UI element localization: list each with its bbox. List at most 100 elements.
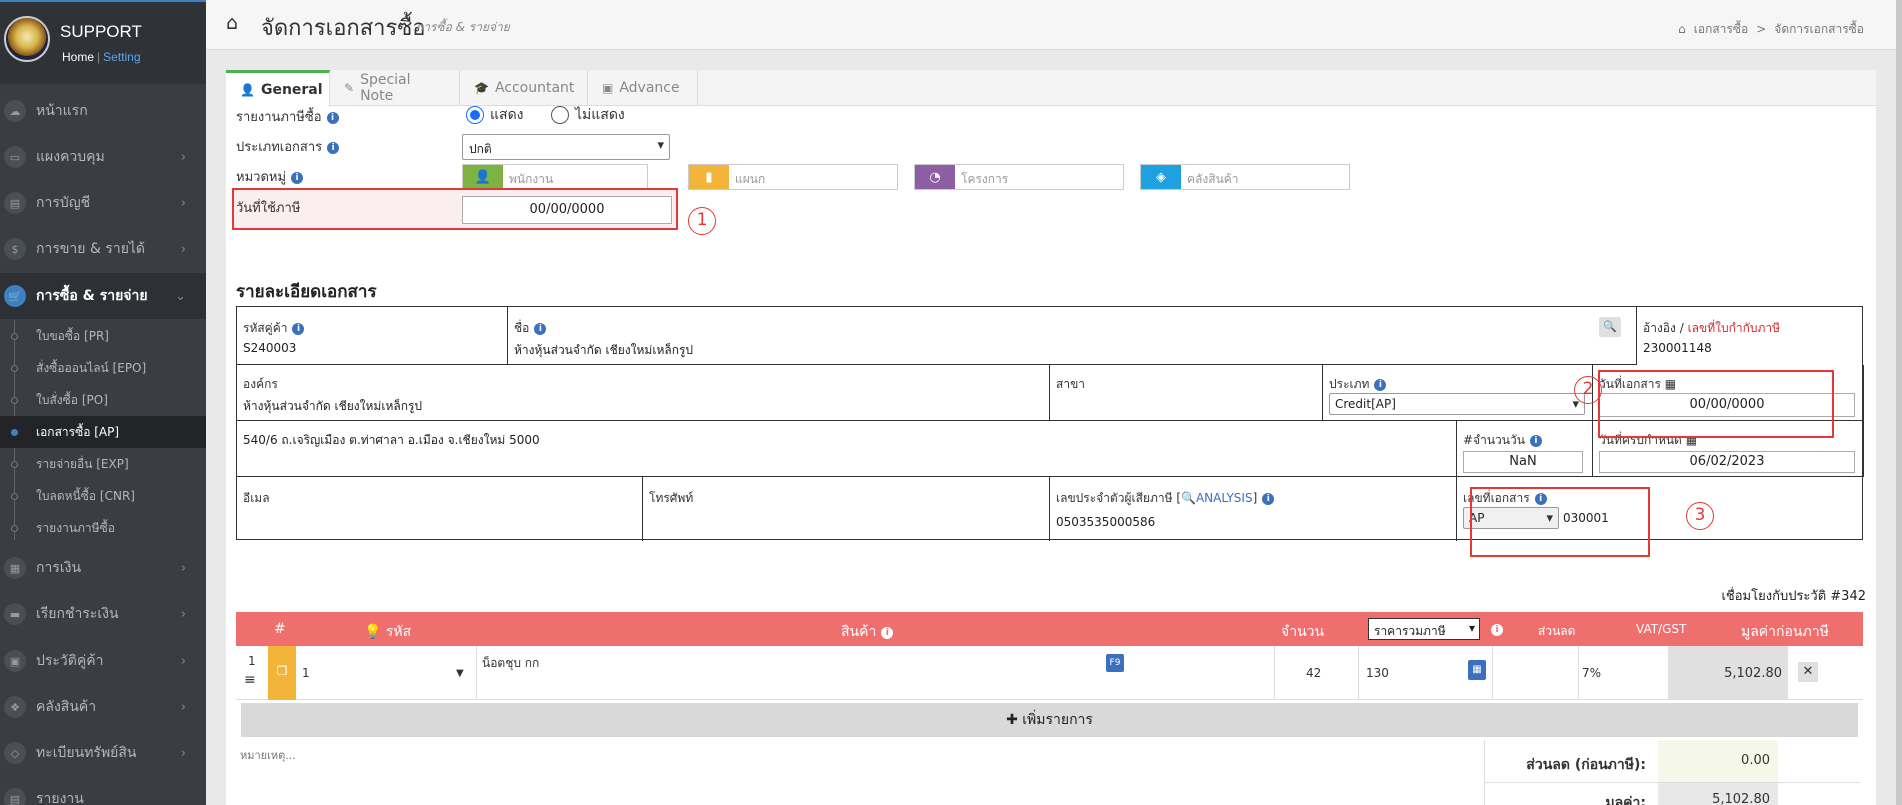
sidebar: SUPPORT Home | Setting ☁ หน้าแรก ▭ แผงควบคุม… (0, 0, 206, 805)
info-icon: i (1374, 379, 1387, 391)
col-no: # (274, 621, 286, 637)
col-discount: ส่วนลด (1538, 624, 1576, 638)
phone-label: โทรศัพท์ (649, 491, 694, 505)
breadcrumb-item[interactable]: เอกสารซื้อ (1694, 22, 1748, 36)
tab-special-note[interactable]: ✎ Special Note (330, 70, 460, 106)
org-value: ห้างหุ้นส่วนจำกัด เชียงใหม่เหล็กรูป (243, 399, 423, 413)
add-row-button[interactable]: ✚ เพิ่มรายการ (241, 703, 1858, 737)
row-code[interactable]: 1 (302, 666, 310, 680)
nav-accounting[interactable]: ▤ การบัญชี › (0, 180, 206, 226)
pie-chart-icon: ◔ (915, 165, 955, 189)
customer-code-label: รหัสคู่ค้า i (243, 319, 305, 338)
link-history[interactable]: เชื่อมโยงกับประวัติ #342 (1721, 585, 1866, 606)
nav-partner-history[interactable]: ▣ ประวัติคู่ค้า › (0, 638, 206, 684)
chevron-right-icon: › (180, 195, 186, 211)
nav-assets[interactable]: ◇ ทะเบียนทรัพย์สิน › (0, 730, 206, 776)
type-select[interactable]: Credit[AP] (1329, 393, 1585, 415)
row-vat[interactable]: 7% (1582, 666, 1601, 680)
info-icon: i (1529, 435, 1542, 447)
subnav-label: ใบสั่งซื้อ [PO] (36, 392, 108, 407)
discount-value: 0.00 (1658, 740, 1778, 782)
close-icon[interactable]: ✕ (1798, 662, 1818, 682)
warehouse-input[interactable]: ◈ คลังสินค้า (1140, 164, 1350, 190)
nav-label: ทะเบียนทรัพย์สิน (36, 745, 137, 761)
subnav-exp[interactable]: รายจ่ายอื่น [EXP] (0, 448, 206, 480)
subnav-cnr[interactable]: ใบลดหนี้ซื้อ [CNR] (0, 480, 206, 512)
analysis-link[interactable]: 🔍ANALYSIS (1181, 491, 1253, 505)
nav-reports[interactable]: ▤ รายงาน (0, 776, 206, 805)
docno-highlight (1470, 487, 1650, 557)
nav-purchase[interactable]: 🛒 การซื้อ & รายจ่าย ⌄ (0, 273, 206, 319)
tab-general[interactable]: 👤 General (226, 70, 330, 107)
scrollbar[interactable] (1896, 0, 1902, 805)
search-icon[interactable]: 🔍 (1599, 317, 1621, 337)
divider (1358, 646, 1359, 700)
tab-label: Special Note (360, 72, 411, 104)
row-qty[interactable]: 42 (1306, 666, 1321, 680)
col-vat: VAT/GST (1636, 622, 1687, 636)
nav-sales[interactable]: $ การขาย & รายได้ › (0, 226, 206, 272)
nav-label: การขาย & รายได้ (36, 241, 146, 257)
subnav-pr[interactable]: ใบขอซื้อ [PR] (0, 320, 206, 352)
project-input[interactable]: ◔ โครงการ (914, 164, 1124, 190)
doc-type-label: ประเภทเอกสาร i (236, 136, 340, 157)
plus-icon: ✚ (1006, 712, 1018, 728)
subnav-epo[interactable]: สั่งซื้อออนไลน์ [EPO] (0, 352, 206, 384)
notes-area[interactable]: หมายเหตุ... (236, 740, 1484, 805)
home-link[interactable]: Home (62, 50, 94, 64)
radio-checked[interactable] (466, 106, 484, 124)
chevron-right-icon: › (180, 560, 186, 576)
marker-2: 2 (1574, 376, 1602, 404)
due-date-input[interactable]: 06/02/2023 (1599, 451, 1855, 473)
subnav-label: รายจ่ายอื่น [EXP] (36, 456, 129, 471)
drag-handle-icon[interactable]: ≡ (244, 672, 256, 688)
subnav-label: เอกสารซื้อ [AP] (36, 424, 120, 439)
home-icon[interactable]: ⌂ (1678, 22, 1686, 36)
days-input[interactable]: NaN (1463, 451, 1583, 473)
nav-home[interactable]: ☁ หน้าแรก (0, 88, 206, 134)
col-value: มูลค่าก่อนภาษี (1741, 624, 1829, 640)
copy-icon[interactable]: ❐ (268, 646, 296, 700)
table-row: 1 ≡ ❐ 1 ▼ น็อตชุบ กก F9 42 130 ▦ 7% 5,10… (236, 646, 1863, 700)
doc-type-select[interactable]: ปกติ (462, 134, 670, 160)
calculator-icon[interactable]: ▦ (1468, 660, 1486, 680)
radio-hide[interactable]: ไม่แสดง (551, 104, 625, 126)
chevron-down-icon[interactable]: ▼ (456, 668, 464, 679)
nav-dashboard[interactable]: ▭ แผงควบคุม › (0, 134, 206, 180)
tab-accountant[interactable]: 🎓 Accountant (460, 70, 588, 106)
department-input[interactable]: ▮ แผนก (688, 164, 898, 190)
radio-unchecked[interactable] (551, 106, 569, 124)
nav-warehouse[interactable]: ❖ คลังสินค้า › (0, 684, 206, 730)
row-price[interactable]: 130 (1366, 666, 1389, 680)
graduation-icon: 🎓 (474, 81, 489, 95)
row-product[interactable]: น็อตชุบ กก (482, 654, 539, 673)
dollar-icon: $ (4, 238, 26, 260)
price-mode-select[interactable]: ราคารวมภาษี ▾ (1368, 618, 1480, 640)
col-product: สินค้า i (841, 621, 894, 643)
address[interactable]: 540/6 ถ.เจริญเมือง ต.ท่าศาลา อ.เมือง จ.เ… (243, 431, 540, 450)
f9-button[interactable]: F9 (1106, 654, 1124, 672)
nav-billing[interactable]: ▬ เรียกชำระเงิน › (0, 591, 206, 637)
brand-links: Home | Setting (62, 50, 141, 64)
employee-input[interactable]: 👤 พนักงาน (462, 164, 648, 190)
tax-date-input[interactable]: 00/00/0000 (462, 196, 672, 224)
col-code: 💡 รหัส (364, 624, 412, 640)
chevron-right-icon: › (180, 149, 186, 165)
info-icon: i (881, 627, 894, 639)
tab-advance[interactable]: ▣ Advance (588, 70, 698, 106)
nav-finance[interactable]: ▦ การเงิน › (0, 545, 206, 591)
subnav-po[interactable]: ใบสั่งซื้อ [PO] (0, 384, 206, 416)
cart-icon: 🛒 (4, 285, 26, 307)
subnav-ap[interactable]: เอกสารซื้อ [AP] (0, 416, 206, 448)
setting-link[interactable]: Setting (103, 50, 140, 64)
book-icon: ▤ (4, 192, 26, 214)
branch-label: สาขา (1056, 377, 1086, 391)
radio-show[interactable]: แสดง (466, 104, 524, 126)
subnav-tax-report[interactable]: รายงานภาษีซื้อ (0, 512, 206, 544)
project-placeholder: โครงการ (961, 172, 1009, 186)
price-info-icon: i (1486, 621, 1503, 637)
subnav-label: สั่งซื้อออนไลน์ [EPO] (36, 360, 147, 375)
user-icon: 👤 (463, 165, 503, 189)
home-icon[interactable]: ⌂ (226, 14, 246, 33)
document-card: 👤 General ✎ Special Note 🎓 Accountant ▣ Adva… (226, 70, 1876, 805)
